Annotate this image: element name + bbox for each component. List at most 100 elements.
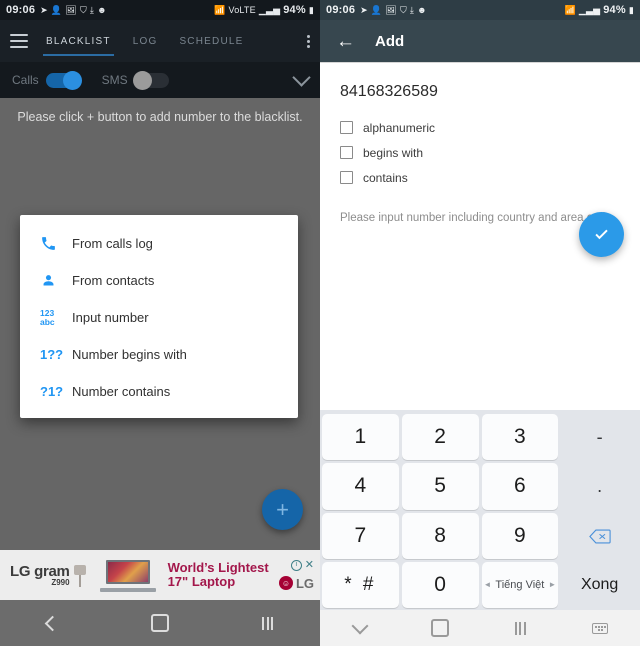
keyboard-switch-button[interactable] xyxy=(560,622,640,634)
dialog-item-number-contains[interactable]: ?1? Number contains xyxy=(20,373,298,410)
status-bar-time: 09:06 xyxy=(326,4,356,16)
image-icon: 🖼 xyxy=(65,4,77,15)
key-period[interactable]: . xyxy=(561,463,638,509)
key-1[interactable]: 1 xyxy=(322,414,399,461)
plus-icon: + xyxy=(276,496,289,522)
chevron-right-icon: ► xyxy=(548,580,557,590)
ad-logo-area: i ✕ ☺ LG xyxy=(278,559,320,591)
add-fab-button[interactable]: + xyxy=(262,489,303,530)
dialog-item-label: Input number xyxy=(72,310,149,325)
phone-icon xyxy=(40,235,72,252)
status-bar-time: 09:06 xyxy=(6,4,36,16)
system-navigation-bar xyxy=(0,600,320,646)
status-bar-notification-icons: ➤ 👤 🖼 ⛉ ⤓ ☻ xyxy=(40,4,107,15)
checkbox-box[interactable] xyxy=(340,171,353,184)
dialog-item-number-begins-with[interactable]: 1?? Number begins with xyxy=(20,336,298,373)
emoji-icon: ☻ xyxy=(417,4,427,15)
kebab-menu-icon[interactable] xyxy=(307,34,310,48)
checkbox-alphanumeric[interactable]: alphanumeric xyxy=(320,115,640,140)
key-2[interactable]: 2 xyxy=(401,414,479,461)
recents-icon xyxy=(514,621,526,635)
key-7[interactable]: 7 xyxy=(322,512,399,559)
download-icon: ⤓ xyxy=(409,4,415,15)
blacklist-screen: 09:06 ➤ 👤 🖼 ⛉ ⤓ ☻ 📶 VoLTE ▁▃▅ 94% ▮ BLAC… xyxy=(0,0,320,646)
dialog-item-label: Number contains xyxy=(72,384,171,399)
ad-info-icon[interactable]: i xyxy=(290,559,302,571)
page-title: Add xyxy=(375,32,405,50)
key-star-hash[interactable]: * # xyxy=(322,561,399,608)
dialog-item-input-number[interactable]: 123 abc Input number xyxy=(20,299,298,336)
ad-laptop-image xyxy=(99,558,156,592)
key-3[interactable]: 3 xyxy=(481,414,559,461)
confirm-fab-button[interactable] xyxy=(579,212,624,257)
contact-sync-icon: 👤 xyxy=(370,4,383,15)
dialog-item-from-contacts[interactable]: From contacts xyxy=(20,262,298,299)
empty-state-hint: Please click + button to add number to t… xyxy=(17,110,303,124)
key-8[interactable]: 8 xyxy=(401,512,479,559)
number-input[interactable]: 84168326589 xyxy=(320,63,640,115)
key-9[interactable]: 9 xyxy=(481,512,559,559)
key-dash[interactable]: - xyxy=(561,414,638,460)
key-backspace[interactable] xyxy=(561,513,638,559)
battery-icon: ▮ xyxy=(628,4,634,15)
status-bar-notification-icons: ➤ 👤 🖼 ⛉ ⤓ ☻ xyxy=(360,4,427,15)
checkbox-contains[interactable]: contains xyxy=(320,165,640,190)
back-arrow-icon[interactable]: ← xyxy=(336,32,355,51)
contains-icon: ?1? xyxy=(40,384,64,399)
volte-icon: VoLTE xyxy=(228,5,256,15)
system-navigation-bar xyxy=(320,610,640,646)
key-6[interactable]: 6 xyxy=(481,463,559,510)
home-icon[interactable] xyxy=(150,614,169,632)
key-0[interactable]: 0 xyxy=(401,561,479,608)
recents-button[interactable] xyxy=(480,621,560,635)
dual-screenshot: 09:06 ➤ 👤 🖼 ⛉ ⤓ ☻ 📶 VoLTE ▁▃▅ 94% ▮ BLAC… xyxy=(0,0,640,646)
key-4[interactable]: 4 xyxy=(322,463,399,510)
checkbox-begins-with[interactable]: begins with xyxy=(320,140,640,165)
filter-toggles: Calls SMS xyxy=(0,62,320,98)
backspace-icon xyxy=(588,528,611,544)
home-button[interactable] xyxy=(400,619,480,637)
calls-filter[interactable]: Calls xyxy=(12,70,82,90)
ad-close-icon[interactable]: ✕ xyxy=(305,559,314,570)
checkbox-box[interactable] xyxy=(340,146,353,159)
status-bar-system-icons: 📶 ▁▃▅ 94% ▮ xyxy=(564,4,634,16)
emoji-icon: ☻ xyxy=(97,4,107,15)
send-icon: ➤ xyxy=(360,4,368,15)
sms-toggle[interactable] xyxy=(132,70,169,90)
calls-label: Calls xyxy=(12,73,39,87)
ad-banner[interactable]: LG gram Z990 World’s Lightest 17" Laptop… xyxy=(0,550,320,600)
hide-keyboard-button[interactable] xyxy=(320,617,400,636)
ad-brand: LG gram Z990 xyxy=(0,564,70,587)
language-label: Tiếng Việt xyxy=(495,578,545,591)
123abc-icon: 123 abc xyxy=(40,309,72,326)
lg-wordmark: LG xyxy=(295,575,314,591)
battery-percent: 94% xyxy=(283,4,306,16)
keyboard-row: 4 5 6 . xyxy=(322,463,638,510)
checkbox-label: begins with xyxy=(363,145,424,160)
key-language[interactable]: ◄ Tiếng Việt ► xyxy=(481,561,559,608)
icon-text-abc: abc xyxy=(40,316,55,327)
checkbox-label: alphanumeric xyxy=(363,120,436,135)
ad-headline-line2: 17" Laptop xyxy=(167,574,236,589)
signal-icon: ▁▃▅ xyxy=(578,4,601,15)
tab-schedule[interactable]: SCHEDULE xyxy=(179,20,243,62)
dialog-item-from-calls-log[interactable]: From calls log xyxy=(20,225,298,262)
send-icon: ➤ xyxy=(40,4,48,15)
add-number-screen: 09:06 ➤ 👤 🖼 ⛉ ⤓ ☻ 📶 ▁▃▅ 94% ▮ ← Add 8416… xyxy=(320,0,640,646)
sms-label: SMS xyxy=(101,73,128,87)
sms-filter[interactable]: SMS xyxy=(101,70,169,90)
chevron-down-icon[interactable] xyxy=(292,68,311,87)
calls-toggle[interactable] xyxy=(45,70,82,90)
tab-blacklist[interactable]: BLACKLIST xyxy=(43,20,114,62)
checkbox-box[interactable] xyxy=(340,121,353,134)
back-icon[interactable] xyxy=(44,615,60,631)
language-switch: ◄ Tiếng Việt ► xyxy=(483,579,556,591)
hamburger-icon[interactable] xyxy=(10,34,28,48)
ad-headline: World’s Lightest 17" Laptop xyxy=(167,560,269,589)
key-done[interactable]: Xong xyxy=(561,562,638,608)
shield-icon: ⛉ xyxy=(79,4,87,15)
key-5[interactable]: 5 xyxy=(401,463,479,510)
tab-log[interactable]: LOG xyxy=(133,20,158,62)
check-icon xyxy=(594,229,608,239)
recents-icon[interactable] xyxy=(262,616,274,630)
